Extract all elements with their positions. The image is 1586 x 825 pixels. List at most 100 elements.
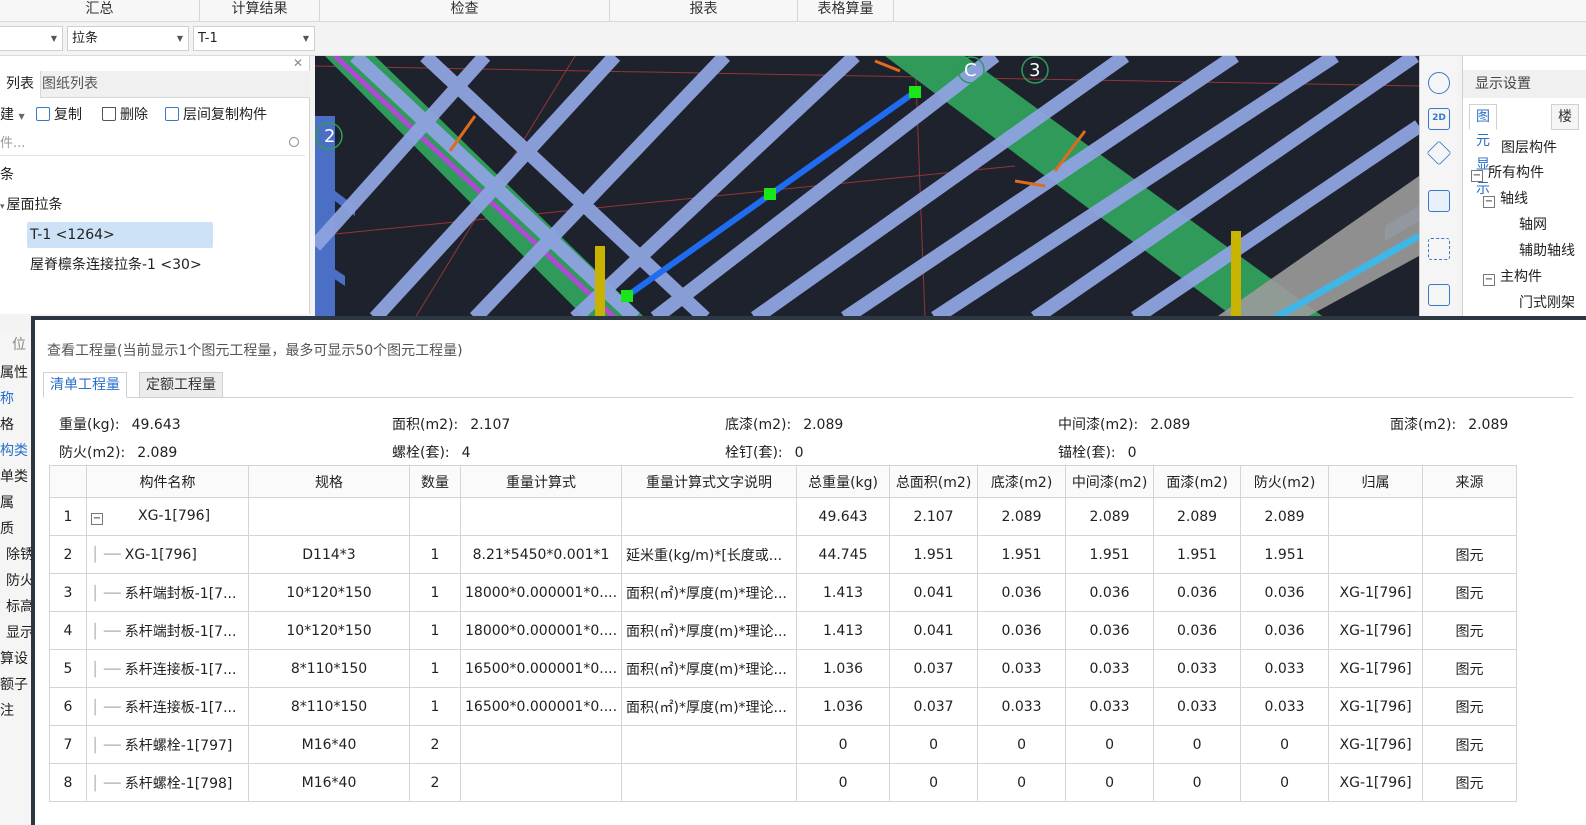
new-button[interactable]: 建 ▼ [0, 106, 25, 126]
source-cell[interactable]: 图元 [1422, 725, 1518, 764]
menu-reports[interactable]: 报表 [610, 0, 798, 21]
quantity-cell[interactable]: 1 [409, 649, 461, 688]
orbit-icon[interactable] [1428, 72, 1450, 94]
total-area-cell[interactable]: 2.107 [889, 497, 979, 536]
table-row[interactable]: 3 │ ── 系杆端封板-1[7... 10*120*150 1 18000*0.0000… [49, 573, 1518, 612]
search-input[interactable]: 件... [0, 134, 305, 156]
total-area-cell[interactable]: 0.041 [889, 573, 979, 612]
weight-formula-desc-header[interactable]: 重量计算式文字说明 [621, 465, 798, 498]
table-row[interactable]: 2 │ ── XG-1[796] D114*3 1 8.21*5450*0.001*1 延米… [49, 535, 1518, 574]
component-type-dropdown[interactable]: 拉条 ▼ [67, 26, 189, 51]
top-coat-header[interactable]: 面漆(m2) [1153, 465, 1242, 498]
fireproof-cell[interactable]: 0.033 [1240, 649, 1330, 688]
component-name-cell[interactable]: │ ── 系杆端封板-1[7... [86, 573, 249, 612]
primer-cell[interactable]: 0.036 [977, 573, 1067, 612]
weight-formula-header[interactable]: 重量计算式 [459, 465, 623, 498]
source-cell[interactable]: 图元 [1422, 763, 1518, 802]
top-coat-cell[interactable]: 0.033 [1153, 649, 1242, 688]
primer-cell[interactable]: 0.033 [977, 649, 1067, 688]
spec-cell[interactable]: D114*3 [248, 535, 410, 574]
quantity-cell[interactable] [409, 497, 461, 536]
fireproof-cell[interactable]: 0 [1240, 763, 1330, 802]
weight-formula-cell[interactable]: 18000*0.000001*0.... [459, 573, 623, 612]
collapse-icon[interactable]: − [91, 513, 103, 525]
primer-cell[interactable]: 2.089 [977, 497, 1067, 536]
fullscreen-icon[interactable] [1428, 238, 1450, 260]
quantity-header[interactable]: 数量 [409, 465, 461, 498]
menu-calc-results[interactable]: 计算结果 [200, 0, 320, 21]
table-row[interactable]: 8 │ ── 系杆螺栓-1[798] M16*40 2 0 0 0 0 0 0 XG-1[796] 图元 [49, 763, 1518, 802]
total-area-cell[interactable]: 0 [889, 763, 979, 802]
fireproof-cell[interactable]: 1.951 [1240, 535, 1330, 574]
weight-formula-cell[interactable] [459, 725, 623, 764]
spec-cell[interactable]: 10*120*150 [248, 573, 410, 612]
fireproof-header[interactable]: 防火(m2) [1240, 465, 1330, 498]
component-name-cell[interactable]: │ ── 系杆端封板-1[7... [86, 611, 249, 650]
quantity-cell[interactable]: 2 [409, 725, 461, 764]
quantity-cell[interactable]: 1 [409, 611, 461, 650]
source-header[interactable]: 来源 [1422, 465, 1518, 498]
weight-formula-cell[interactable]: 8.21*5450*0.001*1 [459, 535, 623, 574]
3d-viewport[interactable]: 2 C 3 [315, 56, 1419, 318]
top-coat-cell[interactable]: 0.036 [1153, 611, 1242, 650]
fireproof-cell[interactable]: 0 [1240, 725, 1330, 764]
primer-cell[interactable]: 0 [977, 725, 1067, 764]
weight-formula-cell[interactable] [459, 763, 623, 802]
tab-quota-quantity[interactable]: 定额工程量 [139, 372, 223, 398]
floor-copy-button[interactable]: 层间复制构件 [165, 106, 267, 124]
top-coat-cell[interactable]: 0 [1153, 763, 1242, 802]
spec-cell[interactable]: M16*40 [248, 763, 410, 802]
spec-cell[interactable]: M16*40 [248, 725, 410, 764]
3d-cube-icon[interactable] [1426, 140, 1452, 166]
tree-item-t1[interactable]: T-1 <1264> [27, 222, 213, 248]
source-cell[interactable] [1422, 497, 1518, 536]
source-cell[interactable]: 图元 [1422, 573, 1518, 612]
row-number-cell[interactable]: 2 [49, 535, 87, 574]
side-tab[interactable]: 位 [12, 334, 26, 354]
component-name-cell[interactable]: │ ── 系杆螺栓-1[798] [86, 763, 249, 802]
total-weight-cell[interactable]: 0 [796, 763, 891, 802]
weight-formula-desc-cell[interactable] [621, 725, 798, 764]
tree-aux-axis[interactable]: 辅助轴线 [1519, 239, 1575, 263]
belongs-to-cell[interactable]: XG-1[796] [1328, 763, 1424, 802]
total-weight-header[interactable]: 总重量(kg) [796, 465, 891, 498]
close-icon[interactable]: ✕ [293, 56, 303, 70]
weight-formula-cell[interactable]: 18000*0.000001*0.... [459, 611, 623, 650]
box-view-icon[interactable] [1428, 190, 1450, 212]
tree-root[interactable]: 条 [0, 162, 14, 188]
row-number-cell[interactable]: 6 [49, 687, 87, 726]
mid-coat-cell[interactable]: 0 [1065, 763, 1155, 802]
table-row[interactable]: 1− XG-1[796] 49.643 2.107 2.089 2.089 2.089 2.0… [49, 497, 1518, 536]
total-area-cell[interactable]: 1.951 [889, 535, 979, 574]
component-dropdown[interactable]: T-1 ▼ [193, 26, 315, 51]
total-weight-cell[interactable]: 1.413 [796, 573, 891, 612]
row-number-header[interactable] [49, 465, 87, 498]
belongs-to-cell[interactable]: XG-1[796] [1328, 725, 1424, 764]
table-row[interactable]: 5 │ ── 系杆连接板-1[7... 8*110*150 1 16500*0.00000… [49, 649, 1518, 688]
row-number-cell[interactable]: 7 [49, 725, 87, 764]
search-icon[interactable] [289, 137, 299, 147]
mid-coat-cell[interactable]: 1.951 [1065, 535, 1155, 574]
component-name-cell[interactable]: │ ── XG-1[796] [86, 535, 249, 574]
total-weight-cell[interactable]: 1.413 [796, 611, 891, 650]
row-number-cell[interactable]: 8 [49, 763, 87, 802]
weight-formula-desc-cell[interactable]: 面积(㎡)*厚度(m)*理论... [621, 649, 798, 688]
delete-button[interactable]: 删除 [102, 106, 148, 124]
mid-coat-cell[interactable]: 0.033 [1065, 649, 1155, 688]
quantity-cell[interactable]: 1 [409, 573, 461, 612]
fireproof-cell[interactable]: 0.036 [1240, 573, 1330, 612]
top-coat-cell[interactable]: 0.036 [1153, 573, 1242, 612]
collapse-icon[interactable]: − [1483, 196, 1495, 208]
top-coat-cell[interactable]: 0.033 [1153, 687, 1242, 726]
display-list-icon[interactable] [1428, 284, 1450, 306]
total-weight-cell[interactable]: 1.036 [796, 649, 891, 688]
mid-coat-cell[interactable]: 0.036 [1065, 573, 1155, 612]
tree-item-ridge-tie[interactable]: 屋脊檩条连接拉条-1 <30> [30, 252, 202, 278]
table-row[interactable]: 4 │ ── 系杆端封板-1[7... 10*120*150 1 18000*0.0000… [49, 611, 1518, 650]
quantity-cell[interactable]: 1 [409, 687, 461, 726]
total-area-header[interactable]: 总面积(m2) [889, 465, 979, 498]
menu-summary[interactable]: 汇总 [0, 0, 200, 21]
weight-formula-desc-cell[interactable] [621, 763, 798, 802]
mid-coat-cell[interactable]: 0.033 [1065, 687, 1155, 726]
belongs-to-header[interactable]: 归属 [1328, 465, 1424, 498]
